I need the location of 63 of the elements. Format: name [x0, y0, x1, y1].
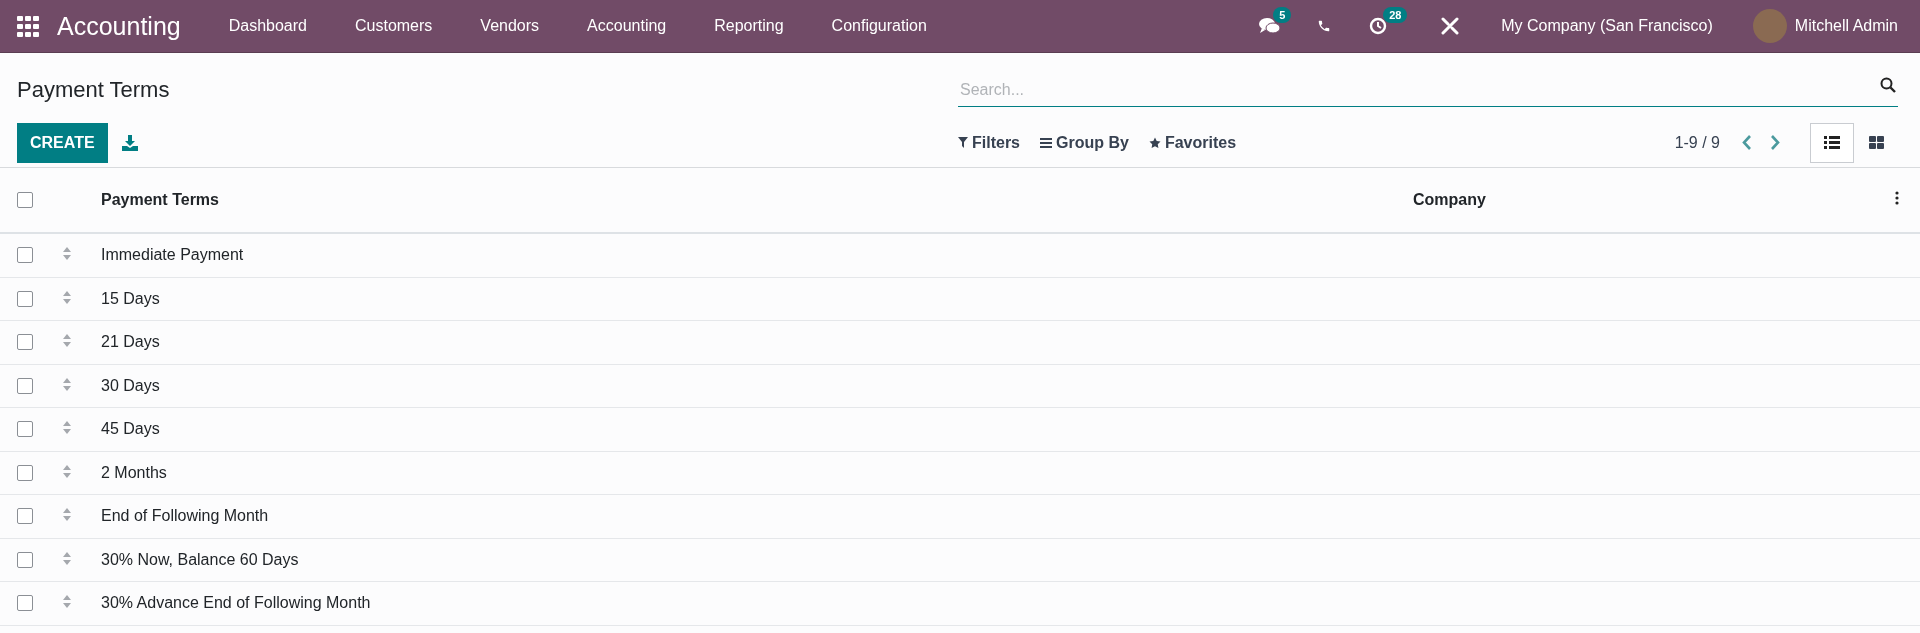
checkbox[interactable] — [17, 508, 33, 525]
checkbox[interactable] — [17, 551, 33, 568]
grid-icon — [1868, 136, 1884, 149]
checkbox[interactable] — [17, 595, 33, 612]
drag-handle-icon[interactable] — [62, 377, 72, 391]
user-menu[interactable]: Mitchell Admin — [1794, 17, 1898, 35]
checkbox[interactable] — [17, 377, 33, 394]
app-name[interactable]: Accounting — [57, 11, 181, 41]
table-cell: 30 Days — [101, 364, 1407, 408]
drag-handle-icon[interactable] — [62, 595, 72, 609]
page-title: Payment Terms — [17, 77, 171, 104]
drag-handle-icon[interactable] — [62, 334, 72, 348]
menu-item[interactable]: Dashboard — [204, 17, 331, 35]
clock-icon[interactable] — [1369, 17, 1388, 35]
search-field[interactable]: Search... — [958, 74, 1898, 107]
table-cell: End of Following Month — [101, 494, 1407, 538]
activity-count-badge: 28 — [1383, 7, 1408, 23]
table-cell: 21 Days — [101, 320, 1407, 364]
chat-icon[interactable] — [1259, 17, 1282, 35]
search-icon[interactable] — [1880, 77, 1896, 93]
filter-icon — [958, 137, 968, 148]
apps-menu-icon[interactable] — [17, 15, 39, 37]
company-switcher[interactable]: My Company (San Francisco) — [1501, 17, 1713, 35]
phone-icon[interactable] — [1317, 19, 1332, 33]
column-header[interactable]: Payment Terms — [101, 168, 1407, 233]
chevron-left-icon[interactable] — [1742, 135, 1752, 150]
table-cell: 2 Months — [101, 451, 1407, 495]
drag-handle-icon[interactable] — [62, 464, 72, 478]
group-menu-button[interactable]: Group By — [1040, 133, 1129, 152]
checkbox[interactable] — [17, 421, 33, 438]
column-header[interactable]: Company — [1407, 168, 1894, 233]
star-icon — [1148, 136, 1161, 149]
favorite-menu-button[interactable]: Favorites — [1148, 133, 1237, 152]
menu-item[interactable]: Configuration — [807, 17, 951, 35]
table-cell: 30% Now, Balance 60 Days — [101, 538, 1407, 582]
message-count-badge: 5 — [1273, 7, 1292, 23]
create-button[interactable]: CREATE — [17, 122, 108, 163]
list-view-button[interactable] — [1810, 122, 1854, 163]
more-options-icon[interactable] — [1895, 191, 1899, 205]
menu-item[interactable]: Vendors — [456, 17, 564, 35]
checkbox[interactable] — [17, 464, 33, 481]
menu-item[interactable]: Reporting — [690, 17, 808, 35]
drag-handle-icon[interactable] — [62, 421, 72, 435]
menu-icon — [1040, 137, 1052, 148]
menu-item[interactable]: Accounting — [563, 17, 691, 35]
list-icon — [1824, 136, 1840, 149]
download-icon[interactable] — [121, 134, 138, 151]
table-cell: 15 Days — [101, 277, 1407, 321]
table-cell: 45 Days — [101, 407, 1407, 451]
drag-handle-icon[interactable] — [62, 551, 72, 565]
table-cell: 30% Advance End of Following Month — [101, 581, 1407, 625]
table-cell: Immediate Payment — [101, 233, 1407, 277]
drag-handle-icon[interactable] — [62, 290, 72, 304]
checkbox[interactable] — [17, 334, 33, 351]
checkbox[interactable] — [17, 290, 33, 307]
drag-handle-icon[interactable] — [62, 508, 72, 522]
checkbox[interactable] — [17, 192, 33, 208]
pager-value[interactable]: 1-9 / 9 — [1674, 133, 1720, 152]
checkbox[interactable] — [17, 247, 33, 264]
filter-menu-button[interactable]: Filters — [958, 133, 1020, 152]
menu-item[interactable]: Customers — [331, 17, 457, 35]
chevron-right-icon[interactable] — [1770, 135, 1780, 150]
drag-handle-icon[interactable] — [62, 247, 72, 261]
